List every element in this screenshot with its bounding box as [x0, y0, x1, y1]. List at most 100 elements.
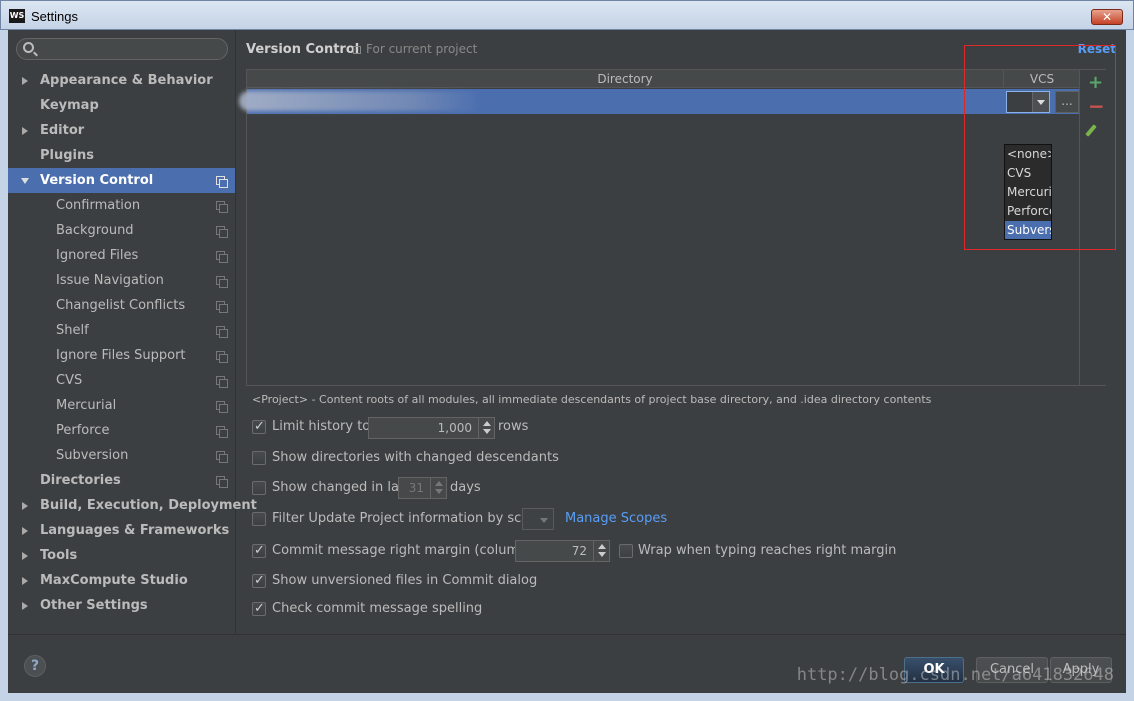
- filter-update-checkbox[interactable]: [252, 512, 266, 526]
- scope-select[interactable]: [522, 508, 554, 530]
- directory-column-header[interactable]: Directory: [247, 70, 1004, 88]
- sidebar-item-editor[interactable]: Editor: [8, 118, 235, 143]
- limit-history-value[interactable]: 1,000: [438, 421, 472, 435]
- show-unversioned-label: Show unversioned files in Commit dialog: [272, 573, 538, 588]
- sidebar-item-label: Languages & Frameworks: [40, 523, 230, 538]
- settings-search-input[interactable]: [16, 38, 228, 60]
- sidebar-item-label: Ignore Files Support: [56, 348, 186, 363]
- help-icon[interactable]: ?: [24, 655, 46, 677]
- sidebar-item-label: Changelist Conflicts: [56, 298, 186, 313]
- limit-history-checkbox[interactable]: [252, 417, 266, 437]
- sidebar-item-maxcompute-studio[interactable]: MaxCompute Studio: [8, 568, 235, 593]
- sidebar-item-label: Plugins: [40, 148, 94, 163]
- sidebar-item-changelist-conflicts[interactable]: Changelist Conflicts: [8, 293, 235, 318]
- chevron-right-icon[interactable]: [22, 527, 28, 535]
- sidebar-item-cvs[interactable]: CVS: [8, 368, 235, 393]
- chevron-right-icon[interactable]: [22, 577, 28, 585]
- show-unversioned-option: Show unversioned files in Commit dialog: [252, 571, 552, 591]
- chevron-right-icon[interactable]: [22, 502, 28, 510]
- sidebar-item-label: Keymap: [40, 98, 99, 113]
- sidebar-item-plugins[interactable]: Plugins: [8, 143, 235, 168]
- redacted-directory-path: [239, 91, 484, 111]
- title-bar: WS Settings ✕: [0, 0, 1134, 30]
- limit-history-stepper[interactable]: 1,000: [368, 417, 495, 439]
- manage-scopes-link[interactable]: Manage Scopes: [565, 509, 667, 529]
- sidebar-item-label: Mercurial: [56, 398, 117, 413]
- webstorm-app-icon: WS: [9, 9, 25, 23]
- project-scope-icon: [216, 301, 228, 313]
- filter-update-option: Filter Update Project information by sco…: [252, 508, 682, 530]
- watermark-text: http://blog.csdn.net/a641832648: [796, 665, 1114, 685]
- project-scope-icon: [216, 251, 228, 263]
- sidebar-item-background[interactable]: Background: [8, 218, 235, 243]
- sidebar-item-shelf[interactable]: Shelf: [8, 318, 235, 343]
- scope-label: For current project: [353, 42, 477, 56]
- commit-margin-stepper[interactable]: 72: [515, 540, 610, 562]
- show-changed-days-stepper[interactable]: 31: [398, 477, 447, 499]
- days-suffix: days: [450, 480, 481, 495]
- sidebar-item-label: Other Settings: [40, 598, 148, 613]
- sidebar-item-label: Tools: [40, 548, 78, 563]
- wrap-typing-checkbox[interactable]: [619, 544, 633, 558]
- sidebar-item-label: Background: [56, 223, 134, 238]
- show-dirs-checkbox[interactable]: [252, 451, 266, 465]
- sidebar-item-label: Ignored Files: [56, 248, 139, 263]
- chevron-down-icon[interactable]: [21, 178, 29, 184]
- chevron-right-icon[interactable]: [22, 602, 28, 610]
- sidebar-item-subversion[interactable]: Subversion: [8, 443, 235, 468]
- sidebar-item-label: Subversion: [56, 448, 129, 463]
- sidebar-item-label: Build, Execution, Deployment: [40, 498, 257, 513]
- chevron-right-icon[interactable]: [22, 127, 28, 135]
- wrap-typing-label: Wrap when typing reaches right margin: [638, 543, 897, 558]
- project-scope-icon: [216, 276, 228, 288]
- project-scope-icon: [216, 226, 228, 238]
- check-spelling-checkbox[interactable]: [252, 599, 266, 619]
- limit-history-label: Limit history to:: [272, 419, 375, 434]
- chevron-right-icon[interactable]: [22, 552, 28, 560]
- sidebar-item-other-settings[interactable]: Other Settings: [8, 593, 235, 618]
- sidebar-item-label: CVS: [56, 373, 83, 388]
- project-scope-icon: [353, 46, 361, 54]
- sidebar-item-keymap[interactable]: Keymap: [8, 93, 235, 118]
- sidebar-item-mercurial[interactable]: Mercurial: [8, 393, 235, 418]
- settings-sidebar: Appearance & Behavior Keymap Editor Plugins…: [8, 30, 257, 634]
- commit-margin-checkbox[interactable]: [252, 541, 266, 561]
- sidebar-item-label: Editor: [40, 123, 85, 138]
- limit-history-option: Limit history to: 1,000 rows: [252, 417, 552, 439]
- sidebar-item-languages-frameworks[interactable]: Languages & Frameworks: [8, 518, 235, 543]
- project-scope-icon: [216, 401, 228, 413]
- show-changed-option: Show changed in last 31 days: [252, 477, 512, 499]
- sidebar-item-issue-navigation[interactable]: Issue Navigation: [8, 268, 235, 293]
- sidebar-item-ignored-files[interactable]: Ignored Files: [8, 243, 235, 268]
- chevron-right-icon[interactable]: [22, 77, 28, 85]
- commit-margin-label: Commit message right margin (columns):: [272, 543, 544, 558]
- commit-margin-option: Commit message right margin (columns): 7…: [252, 540, 896, 562]
- stepper-arrows-icon[interactable]: [430, 478, 446, 498]
- sidebar-item-directories[interactable]: Directories: [8, 468, 235, 493]
- close-window-button[interactable]: ✕: [1091, 9, 1123, 25]
- show-changed-days-value[interactable]: 31: [409, 481, 424, 495]
- show-dirs-label: Show directories with changed descendant…: [272, 450, 559, 465]
- sidebar-item-confirmation[interactable]: Confirmation: [8, 193, 235, 218]
- rows-suffix: rows: [498, 419, 529, 434]
- show-changed-checkbox[interactable]: [252, 481, 266, 495]
- sidebar-item-label: Directories: [40, 473, 121, 488]
- sidebar-item-perforce[interactable]: Perforce: [8, 418, 235, 443]
- commit-margin-value[interactable]: 72: [572, 544, 587, 558]
- show-unversioned-checkbox[interactable]: [252, 571, 266, 591]
- sidebar-item-version-control[interactable]: Version Control: [8, 168, 235, 193]
- window-title: Settings: [31, 9, 78, 24]
- project-scope-icon: [216, 326, 228, 338]
- table-row[interactable]: [239, 89, 1079, 114]
- stepper-arrows-icon[interactable]: [593, 541, 609, 561]
- sidebar-item-appearance-behavior[interactable]: Appearance & Behavior: [8, 68, 235, 93]
- project-scope-icon: [216, 451, 228, 463]
- sidebar-item-ignore-files-support[interactable]: Ignore Files Support: [8, 343, 235, 368]
- sidebar-item-label: Issue Navigation: [56, 273, 164, 288]
- sidebar-item-label: Appearance & Behavior: [40, 73, 213, 88]
- search-icon: [23, 42, 34, 53]
- sidebar-item-build-execution-deployment[interactable]: Build, Execution, Deployment: [8, 493, 257, 518]
- project-scope-icon: [216, 476, 228, 488]
- stepper-arrows-icon[interactable]: [478, 418, 494, 438]
- sidebar-item-tools[interactable]: Tools: [8, 543, 235, 568]
